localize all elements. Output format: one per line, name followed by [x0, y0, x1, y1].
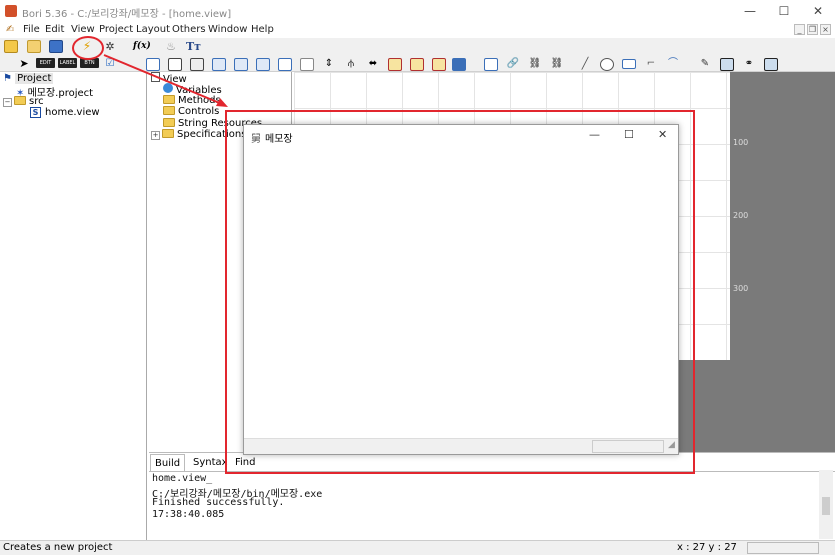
arrow-head-icon — [216, 98, 228, 107]
annotation-arrow — [103, 54, 228, 107]
arrow-line — [103, 54, 223, 105]
